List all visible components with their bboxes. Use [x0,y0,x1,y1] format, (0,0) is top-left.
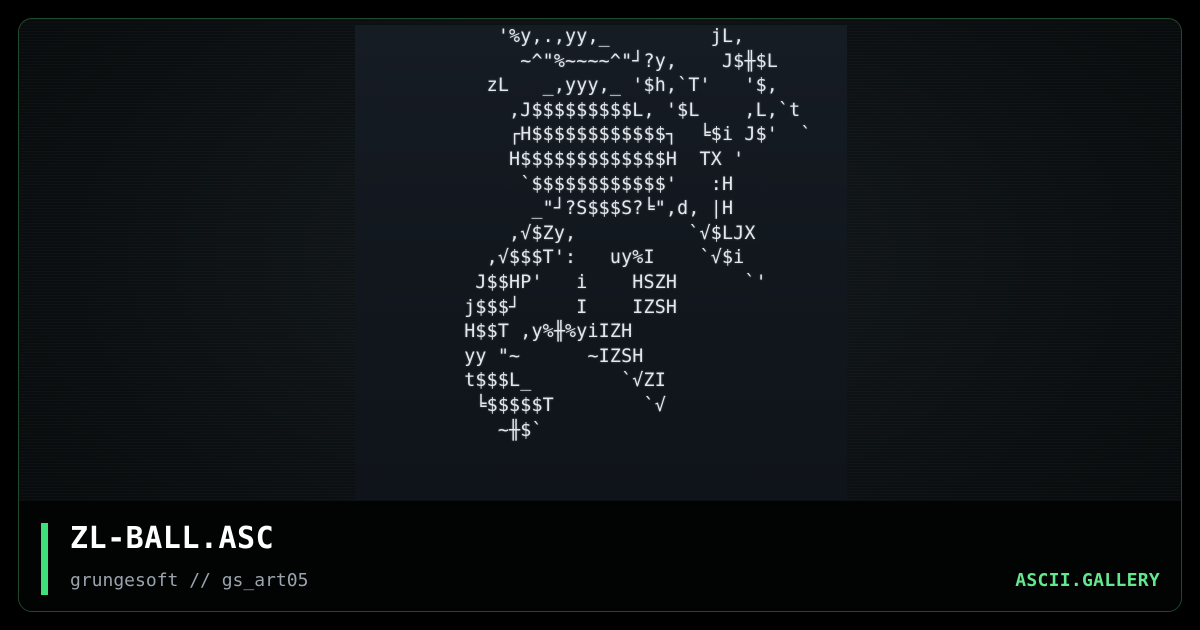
ascii-art-line: j$$$┘ I IZSH [453,296,678,318]
ascii-art-line: H$$$$$$$$$$$$$H TX ' [453,148,745,170]
ascii-art-line: zL _,yyy,_ '$h,`T' '$, [453,75,778,97]
ascii-art-line: '%y,.,yy,_ jL, [453,26,745,47]
ascii-art-line: ,J$$$$$$$$$L, '$L ,L,`t [453,99,801,121]
ascii-art-line: ~^"%~~~~^"┘?y, J$╫$L [453,50,778,72]
ascii-art-line: yy "~ ~IZSH [453,345,644,367]
ascii-art-line: ┌H$$$$$$$$$$$$┐ ╘$i J$' ` [453,124,812,146]
ascii-art-line: J$$HP' i HSZH `' [453,271,767,293]
artwork-title: ZL-BALL.ASC [70,521,275,556]
accent-bar [41,523,48,595]
artwork-credit: grungesoft // gs_art05 [70,570,309,591]
ascii-art: '%y,.,yy,_ jL, ~^"%~~~~^"┘?y, J$╫$L zL _… [453,25,812,443]
ascii-art-line: ~╫$` [453,419,543,441]
ascii-art-line: _"┘?S$$$S?╘",d, |H [453,198,734,220]
footer: ZL-BALL.ASC grungesoft // gs_art05 ASCII… [19,501,1181,611]
ascii-art-line: ,√$$$T': uy%I `√$i [453,247,745,269]
ascii-art-panel: '%y,.,yy,_ jL, ~^"%~~~~^"┘?y, J$╫$L zL _… [355,25,847,500]
ascii-art-line: `$$$$$$$$$$$$' :H [453,173,734,195]
ascii-art-line: H$$T ,y%╫%yiIZH [453,321,633,343]
ascii-art-line: ╘$$$$$T `√ [453,394,666,416]
ascii-art-line: t$$$L_ `√ZI [453,370,666,392]
site-brand[interactable]: ASCII.GALLERY [1015,570,1160,591]
ascii-art-line: ,√$Zy, `√$LJX [453,222,756,244]
preview-card: '%y,.,yy,_ jL, ~^"%~~~~^"┘?y, J$╫$L zL _… [18,18,1182,612]
